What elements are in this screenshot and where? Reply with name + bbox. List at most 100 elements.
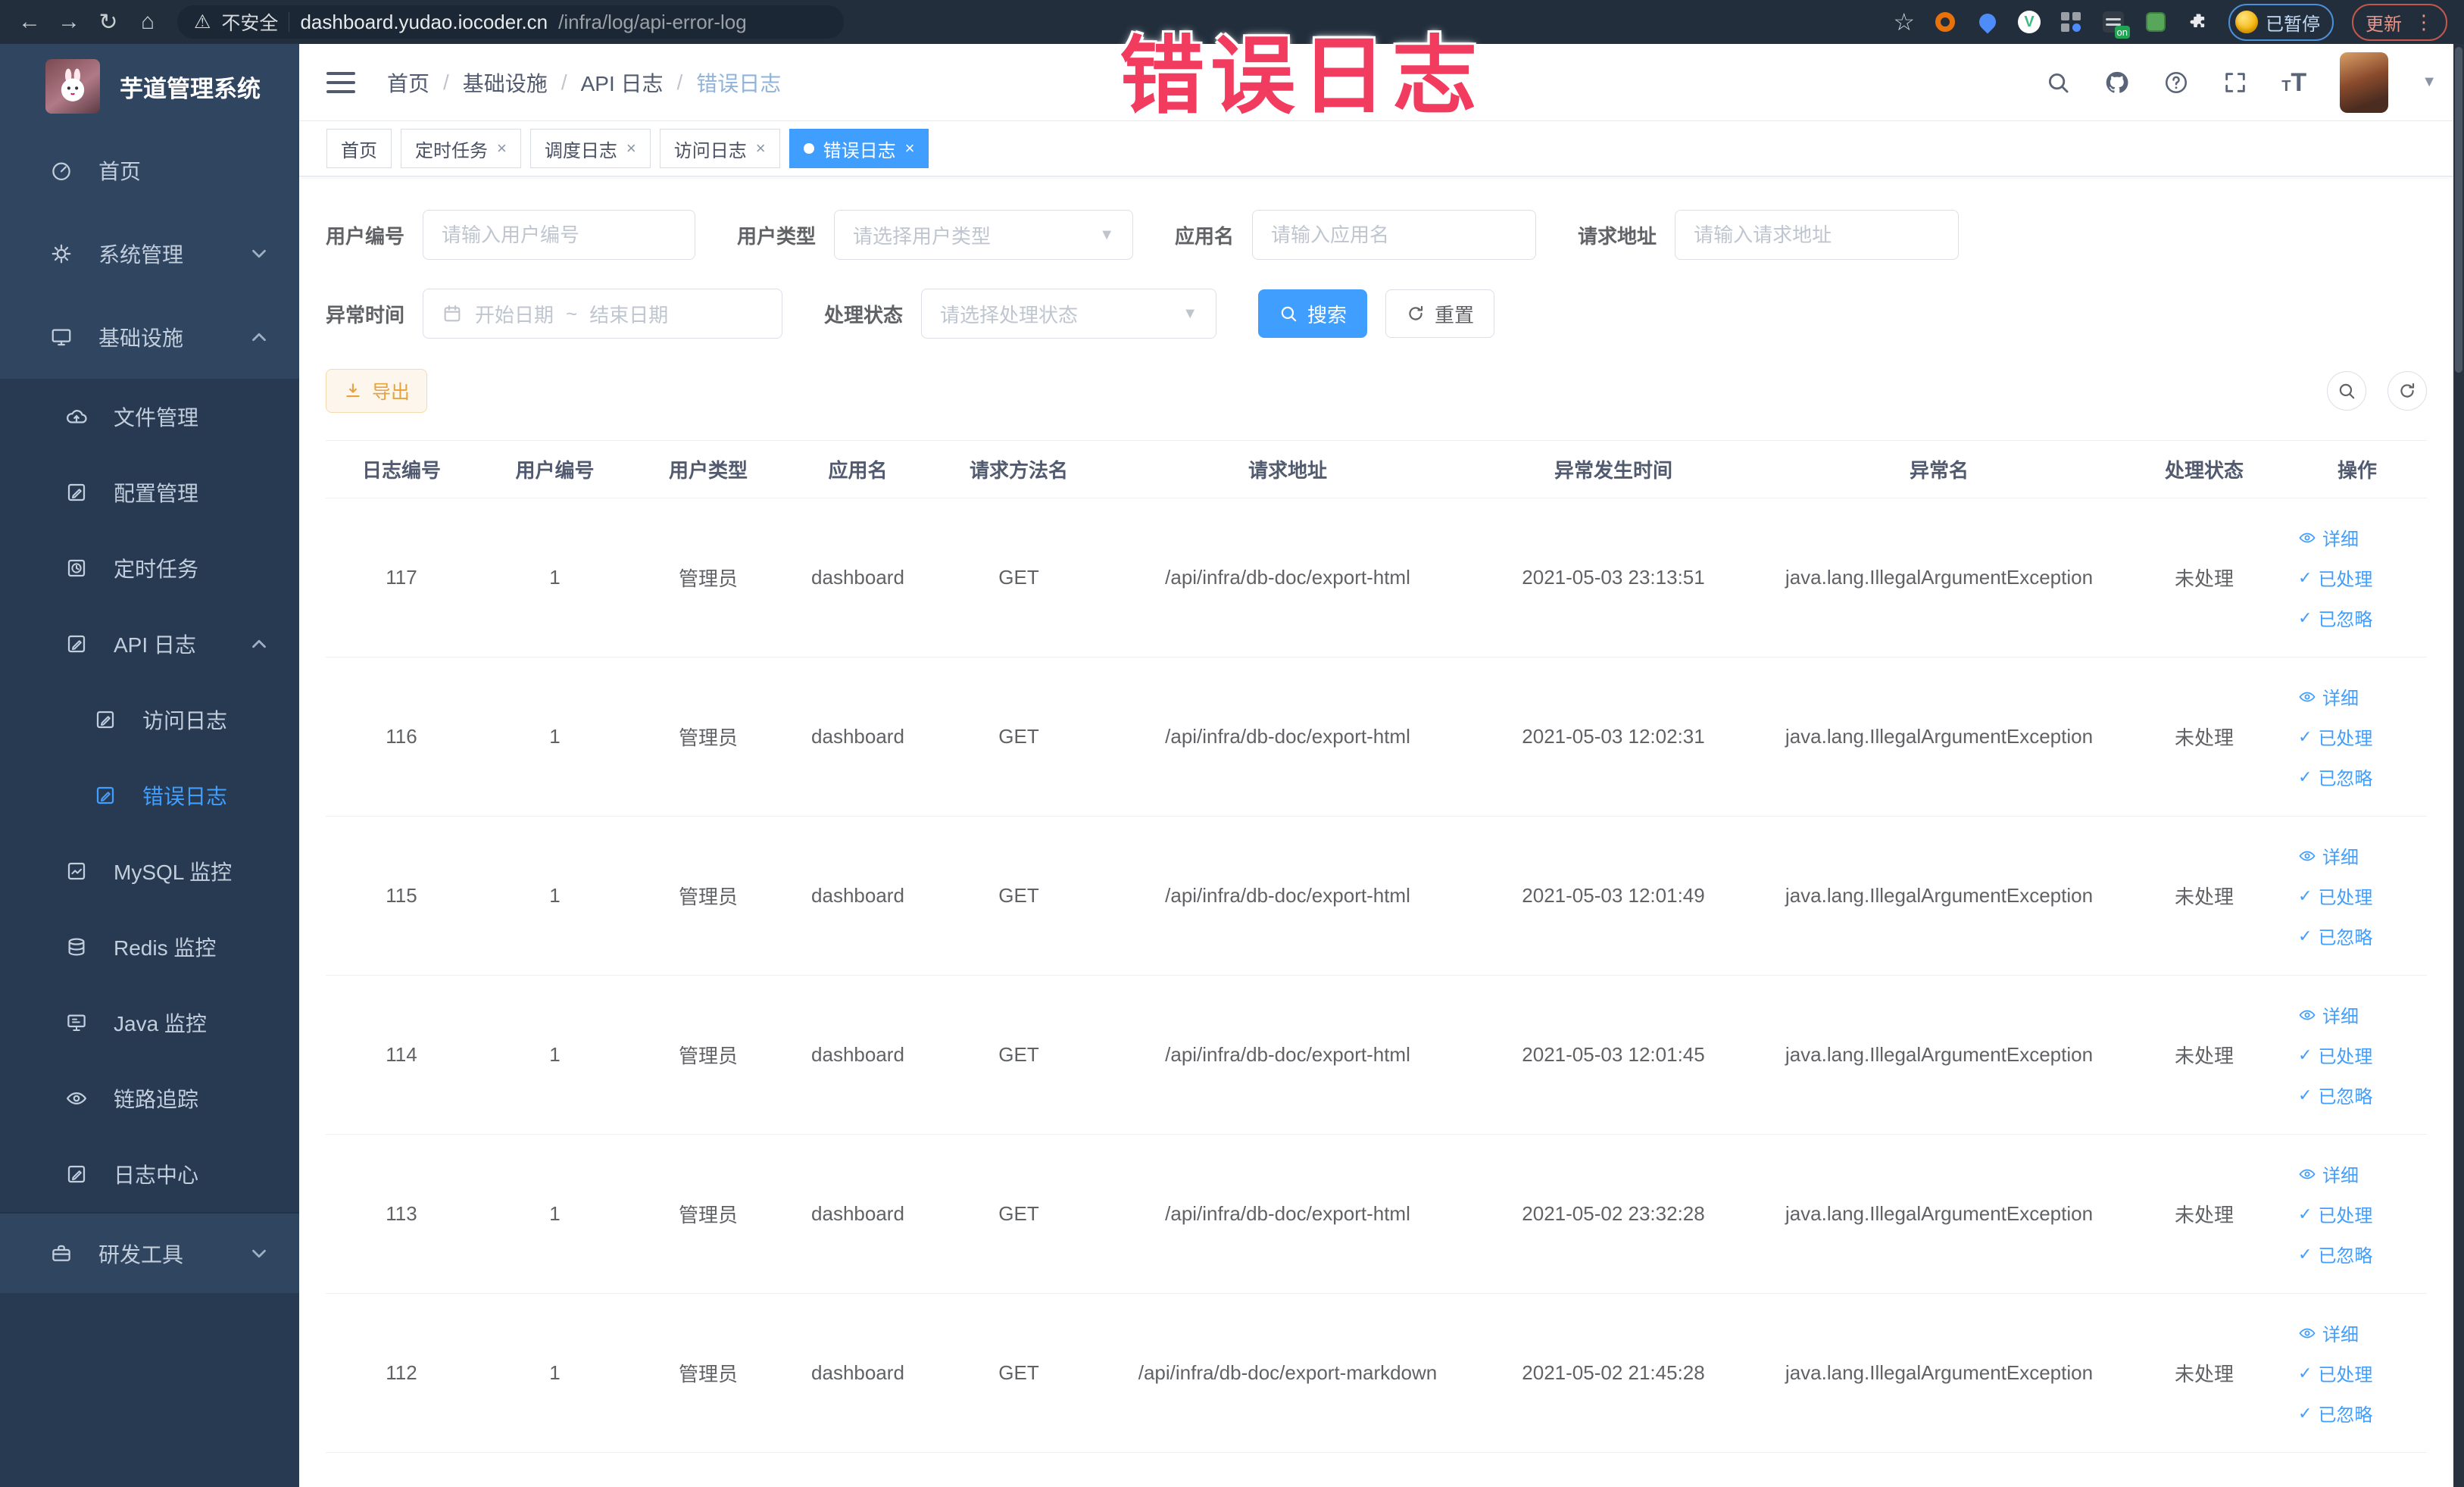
sidebar-item-home[interactable]: 首页 — [0, 129, 299, 212]
fullscreen-icon[interactable] — [2222, 70, 2248, 95]
mark-ignored-link[interactable]: ✓ 已忽略 — [2298, 923, 2372, 949]
toggle-search-button[interactable] — [2327, 371, 2366, 411]
chevron-down-icon — [248, 242, 270, 265]
col-actions: 操作 — [2288, 440, 2427, 498]
mark-ignored-link[interactable]: ✓ 已忽略 — [2298, 604, 2372, 631]
sidebar-item-file-manage[interactable]: 文件管理 — [0, 379, 299, 455]
font-size-icon[interactable]: TT — [2281, 70, 2306, 95]
mark-ignored-link[interactable]: ✓ 已忽略 — [2298, 1241, 2372, 1267]
export-button[interactable]: 导出 — [326, 369, 428, 413]
tab-scheduled-task[interactable]: 定时任务 × — [401, 129, 521, 168]
back-icon[interactable]: ← — [12, 5, 47, 39]
paused-pill[interactable]: 已暂停 — [2228, 3, 2334, 41]
monitor-icon — [50, 326, 73, 348]
page-scrollbar[interactable] — [2453, 44, 2464, 1487]
clock-icon — [65, 557, 88, 579]
mark-processed-link[interactable]: ✓ 已处理 — [2298, 1042, 2372, 1068]
mark-processed-link[interactable]: ✓ 已处理 — [2298, 1360, 2372, 1386]
detail-link[interactable]: 详细 — [2298, 1001, 2359, 1028]
refresh-table-button[interactable] — [2387, 371, 2427, 411]
mark-processed-link[interactable]: ✓ 已处理 — [2298, 1201, 2372, 1227]
detail-link[interactable]: 详细 — [2298, 842, 2359, 869]
mark-ignored-link[interactable]: ✓ 已忽略 — [2298, 1400, 2372, 1426]
sidebar-item-infra[interactable]: 基础设施 — [0, 295, 299, 379]
update-label: 更新 — [2366, 14, 2402, 35]
sidebar-item-access-log[interactable]: 访问日志 — [0, 682, 299, 758]
user-type-select[interactable]: 请选择用户类型 ▼ — [834, 210, 1134, 260]
detail-link[interactable]: 详细 — [2298, 524, 2359, 551]
sidebar-item-label: 错误日志 — [142, 785, 228, 808]
extension-grid-icon[interactable] — [2059, 10, 2083, 34]
sidebar-item-error-log[interactable]: 错误日志 — [0, 758, 299, 833]
tab-access-log[interactable]: 访问日志 × — [659, 129, 780, 168]
user-menu-caret-icon[interactable]: ▼ — [2422, 73, 2437, 91]
mark-ignored-link[interactable]: ✓ 已忽略 — [2298, 764, 2372, 790]
collapse-menu-icon[interactable] — [326, 71, 355, 93]
address-bar[interactable]: ⚠ 不安全 dashboard.yudao.iocoder.cn/infra/l… — [177, 5, 844, 39]
process-status-select[interactable]: 请选择处理状态 ▼ — [921, 289, 1217, 339]
search-button[interactable]: 搜索 — [1258, 289, 1368, 338]
extensions-puzzle-icon[interactable] — [2186, 10, 2210, 34]
not-secure-label[interactable]: 不安全 — [221, 8, 278, 36]
detail-link[interactable]: 详细 — [2298, 683, 2359, 710]
sidebar-item-api-log[interactable]: API 日志 — [0, 606, 299, 682]
forward-icon[interactable]: → — [52, 5, 86, 39]
detail-link[interactable]: 详细 — [2298, 1161, 2359, 1187]
sidebar-logo[interactable]: 芋道管理系统 — [0, 44, 299, 129]
tab-label: 首页 — [341, 140, 377, 161]
tab-error-log[interactable]: 错误日志 × — [789, 129, 929, 168]
cell-status: 未处理 — [2121, 975, 2288, 1135]
sidebar-item-config-manage[interactable]: 配置管理 — [0, 455, 299, 530]
url-domain[interactable]: dashboard.yudao.iocoder.cn — [300, 11, 548, 34]
close-icon[interactable]: × — [626, 139, 636, 158]
vue-devtools-icon[interactable]: V — [2018, 11, 2041, 33]
sidebar-item-redis-monitor[interactable]: Redis 监控 — [0, 909, 299, 985]
breadcrumb-api-log[interactable]: API 日志 — [581, 67, 664, 98]
app-name-input[interactable] — [1252, 210, 1537, 260]
close-icon[interactable]: × — [497, 139, 507, 158]
extension-switch-icon[interactable]: on — [2101, 10, 2130, 39]
breadcrumb-infra[interactable]: 基础设施 — [463, 67, 548, 98]
extension-plant-icon[interactable] — [2144, 10, 2168, 34]
exception-time-range-picker[interactable]: 开始日期 ~ 结束日期 — [423, 289, 783, 339]
request-url-input[interactable] — [1675, 210, 1960, 260]
browser-menu-icon[interactable]: ⋮ — [2414, 11, 2434, 34]
close-icon[interactable]: × — [756, 139, 766, 158]
bookmark-star-icon[interactable]: ☆ — [1893, 8, 1915, 36]
scrollbar-thumb[interactable] — [2455, 47, 2462, 373]
detail-link[interactable]: 详细 — [2298, 1320, 2359, 1346]
cell-user-id: 1 — [477, 498, 632, 658]
home-icon[interactable]: ⌂ — [130, 5, 165, 39]
search-button-label: 搜索 — [1307, 303, 1348, 326]
sidebar-item-java-monitor[interactable]: Java 监控 — [0, 985, 299, 1061]
tab-schedule-log[interactable]: 调度日志 × — [529, 129, 651, 168]
avatar[interactable] — [2340, 52, 2389, 113]
breadcrumb-home[interactable]: 首页 — [387, 67, 429, 98]
extension-orange-ring-icon[interactable] — [1933, 10, 1957, 34]
reload-icon[interactable]: ↻ — [91, 5, 126, 39]
cell-status: 未处理 — [2121, 1293, 2288, 1453]
user-id-input[interactable] — [423, 210, 696, 260]
sidebar-item-dev-tools[interactable]: 研发工具 — [0, 1214, 299, 1293]
extension-blue-drop-icon[interactable] — [1975, 10, 2000, 34]
sidebar-item-trace[interactable]: 链路追踪 — [0, 1061, 299, 1136]
tab-home[interactable]: 首页 — [326, 129, 392, 168]
mark-ignored-link[interactable]: ✓ 已忽略 — [2298, 1082, 2372, 1108]
url-path[interactable]: /infra/log/api-error-log — [558, 11, 747, 34]
close-icon[interactable]: × — [905, 139, 915, 158]
reset-button[interactable]: 重置 — [1385, 289, 1495, 338]
sidebar-item-scheduled-task[interactable]: 定时任务 — [0, 530, 299, 606]
mark-processed-link[interactable]: ✓ 已处理 — [2298, 883, 2372, 909]
table-header-row: 日志编号 用户编号 用户类型 应用名 请求方法名 请求地址 异常发生时间 异常名… — [326, 440, 2427, 498]
sidebar-item-system[interactable]: 系统管理 — [0, 212, 299, 295]
help-icon[interactable] — [2163, 70, 2189, 95]
github-icon[interactable] — [2104, 70, 2130, 95]
search-icon[interactable] — [2045, 70, 2071, 95]
mark-processed-link[interactable]: ✓ 已处理 — [2298, 564, 2372, 591]
sidebar-item-mysql-monitor[interactable]: MySQL 监控 — [0, 833, 299, 909]
chevron-up-icon — [248, 633, 270, 655]
sidebar-item-log-center[interactable]: 日志中心 — [0, 1136, 299, 1212]
update-pill[interactable]: 更新 ⋮ — [2352, 3, 2447, 41]
mark-processed-link[interactable]: ✓ 已处理 — [2298, 723, 2372, 750]
eye-icon — [2298, 1006, 2316, 1024]
